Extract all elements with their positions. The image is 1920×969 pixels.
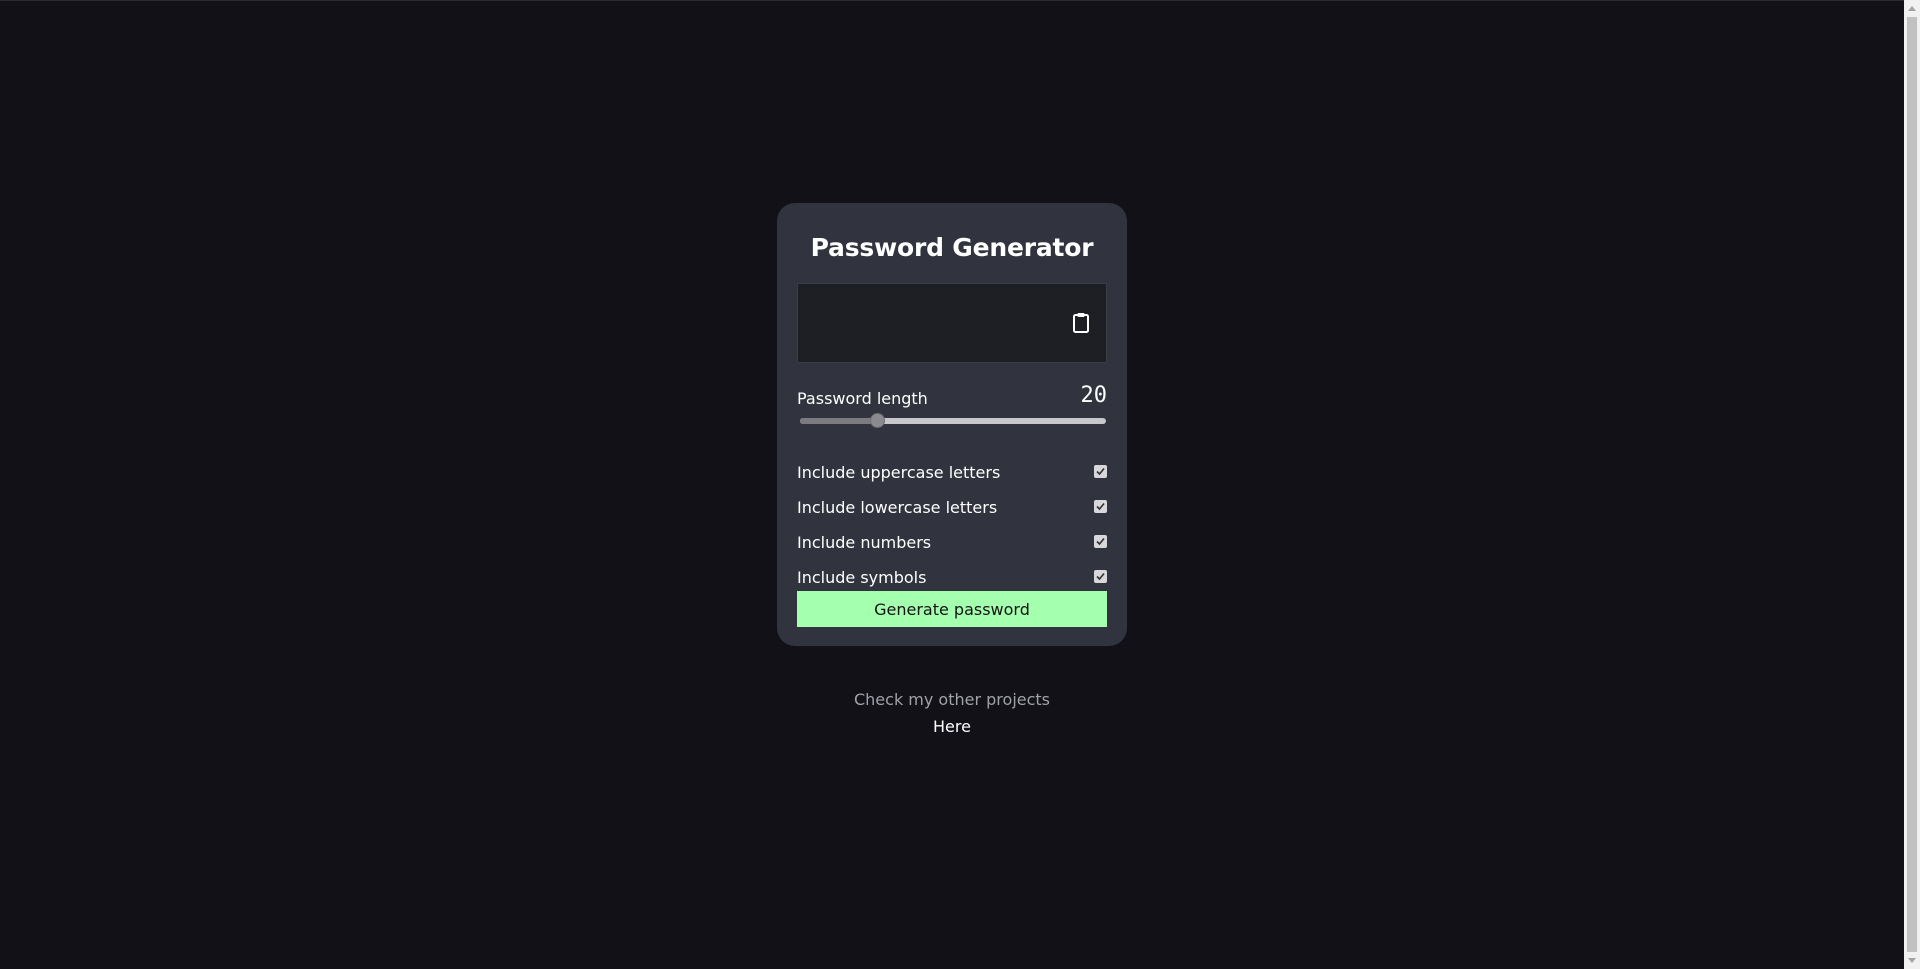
footer-text: Check my other projects xyxy=(853,690,1051,709)
option-lowercase: Include lowercase letters xyxy=(797,496,1107,520)
option-symbols-label: Include symbols xyxy=(797,568,927,587)
projects-link[interactable]: Here xyxy=(933,717,971,736)
scroll-down-icon[interactable] xyxy=(1908,958,1916,963)
length-slider[interactable] xyxy=(800,413,1106,428)
numbers-checkbox[interactable] xyxy=(1094,535,1107,548)
check-icon xyxy=(1096,467,1105,476)
length-row: Password length 20 xyxy=(797,381,1107,411)
page-scrollbar[interactable] xyxy=(1904,0,1920,969)
clipboard-icon xyxy=(1073,313,1089,333)
option-lowercase-label: Include lowercase letters xyxy=(797,498,998,517)
option-symbols: Include symbols xyxy=(797,566,1107,590)
check-icon xyxy=(1096,572,1105,581)
scroll-up-icon[interactable] xyxy=(1908,6,1916,11)
footer: Check my other projects Here xyxy=(777,690,1127,736)
page-title: Password Generator xyxy=(810,233,1094,262)
option-uppercase-label: Include uppercase letters xyxy=(797,463,1001,482)
lowercase-checkbox[interactable] xyxy=(1094,500,1107,513)
length-label: Password length xyxy=(797,389,928,408)
top-border xyxy=(0,0,1904,1)
length-value: 20 xyxy=(1080,383,1108,408)
symbols-checkbox[interactable] xyxy=(1094,570,1107,583)
generate-button[interactable]: Generate password xyxy=(797,591,1107,627)
length-slider-thumb[interactable] xyxy=(869,413,885,428)
copy-button[interactable] xyxy=(1070,311,1092,335)
option-numbers: Include numbers xyxy=(797,531,1107,555)
page: Password Generator Password length 20 In… xyxy=(0,0,1904,969)
check-icon xyxy=(1096,537,1105,546)
option-numbers-label: Include numbers xyxy=(797,533,932,552)
scroll-thumb[interactable] xyxy=(1907,17,1917,952)
generator-card: Password Generator Password length 20 In… xyxy=(777,203,1127,646)
option-uppercase: Include uppercase letters xyxy=(797,461,1107,485)
length-slider-fill xyxy=(800,418,877,424)
password-output xyxy=(797,283,1107,363)
check-icon xyxy=(1096,502,1105,511)
uppercase-checkbox[interactable] xyxy=(1094,465,1107,478)
